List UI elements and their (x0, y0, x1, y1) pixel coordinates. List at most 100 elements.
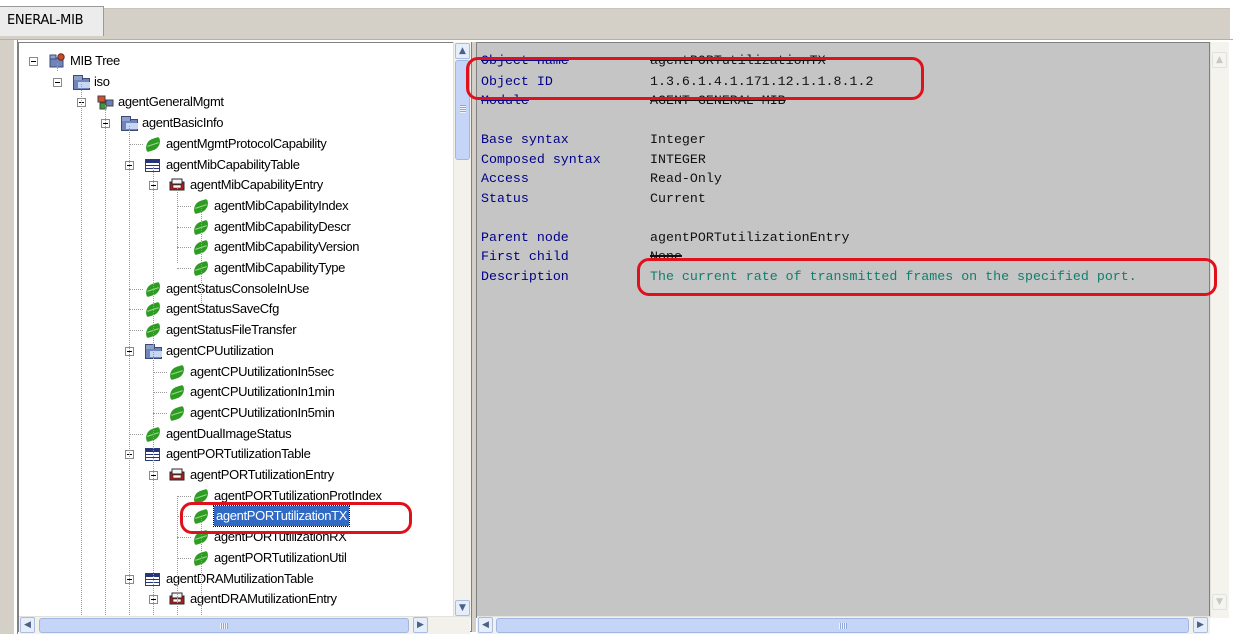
details-scroll-up-icon[interactable]: ▲ (1212, 52, 1227, 68)
tree-node-label[interactable]: agentCPUutilization (166, 341, 274, 361)
details-scroll-down-icon[interactable]: ▼ (1212, 594, 1227, 610)
tree-connector (57, 63, 58, 71)
tree-node-label[interactable]: agentPORTutilizationRX (214, 527, 347, 547)
tree-connector (129, 288, 143, 290)
composed-syntax-value: INTEGER (650, 152, 706, 167)
tree-connector (177, 498, 178, 631)
tree-connector (153, 412, 167, 414)
tree-connector (201, 518, 202, 631)
tab-bar (0, 8, 1230, 39)
object-details-pane: Object name agentPORTutilizationTX Objec… (476, 42, 1210, 618)
tree-node-label[interactable]: agentMibCapabilityVersion (214, 237, 360, 257)
tree-node-label[interactable]: MIB Tree (70, 51, 120, 71)
collapse-toggle-icon[interactable] (29, 57, 38, 66)
tree-hscroll-thumb[interactable] (39, 618, 409, 633)
first-child-label: First child (481, 249, 569, 264)
module-label: Module (481, 93, 529, 108)
tree-node-label[interactable]: iso (94, 72, 110, 92)
tree-connector (177, 188, 178, 263)
parent-node-value: agentPORTutilizationEntry (650, 230, 850, 245)
tree-node-label[interactable]: agentBasicInfo (142, 113, 223, 133)
tree-vertical-scrollbar[interactable]: ▲ ▼ (453, 42, 471, 618)
tree-node-label[interactable]: agentPORTutilizationTable (166, 444, 311, 464)
tree-node-label[interactable]: agentCPUutilizationIn5sec (190, 362, 334, 382)
tree-node-label[interactable]: agentMibCapabilityIndex (214, 196, 349, 216)
object-name-value: agentPORTutilizationTX (650, 53, 826, 68)
module-value: AGENT-GENERAL-MIB (650, 93, 786, 108)
details-horizontal-scrollbar[interactable]: ◀ ▶ (477, 616, 1210, 634)
description-label: Description (481, 269, 569, 284)
base-syntax-value: Integer (650, 132, 706, 147)
tree-connector (177, 516, 191, 518)
tree-connector (177, 226, 191, 228)
tree-connector (153, 167, 154, 631)
details-scroll-left-icon[interactable]: ◀ (478, 617, 493, 633)
tree-connector (177, 495, 191, 497)
scroll-up-icon[interactable]: ▲ (455, 43, 470, 59)
left-gutter (0, 40, 14, 634)
tree-node-label[interactable]: agentMibCapabilityDescr (214, 217, 351, 237)
tree-node-label[interactable]: agentDRAMutilizationTable (166, 569, 314, 589)
tree-node-label[interactable]: agentMibCapabilityEntry (190, 175, 323, 195)
status-label: Status (481, 191, 529, 206)
tree-connector (177, 205, 191, 207)
base-syntax-label: Base syntax (481, 132, 569, 147)
tree-connector (177, 247, 191, 249)
tree-connector (129, 330, 143, 332)
scroll-down-icon[interactable]: ▼ (455, 600, 470, 616)
leaf-node-icon (143, 136, 163, 152)
tree-node-label[interactable]: agentPORTutilizationEntry (190, 465, 334, 485)
tab-general-mib[interactable]: ENERAL-MIB (0, 6, 104, 36)
composed-syntax-label: Composed syntax (481, 152, 601, 167)
tree-node-label[interactable]: agentStatusFileTransfer (166, 320, 297, 340)
leaf-node-icon (167, 364, 187, 380)
tree-node-label[interactable]: agentDualImageStatus (166, 424, 292, 444)
object-id-label: Object ID (481, 74, 553, 89)
tree-connector (129, 309, 143, 311)
details-scroll-right-icon[interactable]: ▶ (1193, 617, 1208, 633)
tree-connector (105, 105, 106, 631)
leaf-node-icon (167, 405, 187, 422)
tree-node-label[interactable]: agentMgmtProtocolCapability (166, 134, 327, 154)
tree-scroll-thumb[interactable] (455, 60, 470, 160)
tree-node-label[interactable]: agentPORTutilizationTX (212, 505, 351, 528)
tree-connector (201, 208, 202, 303)
object-id-value: 1.3.6.1.4.1.171.12.1.1.8.1.2 (650, 74, 874, 89)
scroll-right-icon[interactable]: ▶ (413, 617, 428, 633)
object-name-label: Object name (481, 53, 569, 68)
tree-horizontal-scrollbar[interactable]: ◀ ▶ (19, 616, 470, 634)
tree-node-label[interactable]: agentMibCapabilityTable (166, 155, 300, 175)
tree-connector (153, 371, 167, 373)
tree-node-label[interactable]: agentGeneralMgmt (118, 92, 224, 112)
collapse-toggle-icon[interactable] (53, 77, 62, 87)
tree-connector (129, 433, 143, 435)
tree-node-label[interactable]: agentCPUutilizationIn5min (190, 403, 335, 423)
access-label: Access (481, 171, 529, 186)
tree-node-label[interactable]: agentDRAMutilizationEntry (190, 589, 337, 609)
table-entry-icon (169, 468, 186, 482)
access-value: Read-Only (650, 171, 722, 186)
mib-tree-pane[interactable]: MIB Tree iso agentGeneralMgmt agentBasicInf… (18, 42, 472, 632)
description-value: The current rate of transmitted frames o… (650, 269, 1137, 284)
tree-connector (177, 537, 191, 539)
first-child-value: None (650, 249, 682, 264)
tree-connector (177, 268, 191, 269)
tree-node-label[interactable]: agentStatusSaveCfg (166, 299, 279, 319)
scroll-left-icon[interactable]: ◀ (20, 617, 35, 633)
tree-node-label[interactable]: agentMibCapabilityType (214, 258, 345, 278)
tree-connector (153, 392, 167, 394)
details-hscroll-thumb[interactable] (496, 618, 1189, 633)
tree-connector (129, 143, 143, 145)
parent-node-label: Parent node (481, 230, 569, 245)
tree-node-label[interactable]: agentPORTutilizationProtIndex (214, 486, 382, 506)
tree-connector (129, 126, 130, 631)
tree-node-label[interactable]: agentPORTutilizationUtil (214, 548, 347, 568)
leaf-node-icon (167, 384, 187, 401)
status-value: Current (650, 191, 706, 206)
tree-node-label[interactable]: agentStatusConsoleInUse (166, 279, 309, 299)
leaf-node-icon (191, 488, 211, 504)
tree-connector (81, 84, 82, 631)
tree-connector (177, 557, 191, 559)
tree-node-label[interactable]: agentCPUutilizationIn1min (190, 382, 335, 402)
details-vertical-scrollbar[interactable]: ▲ ▼ (1210, 42, 1229, 618)
